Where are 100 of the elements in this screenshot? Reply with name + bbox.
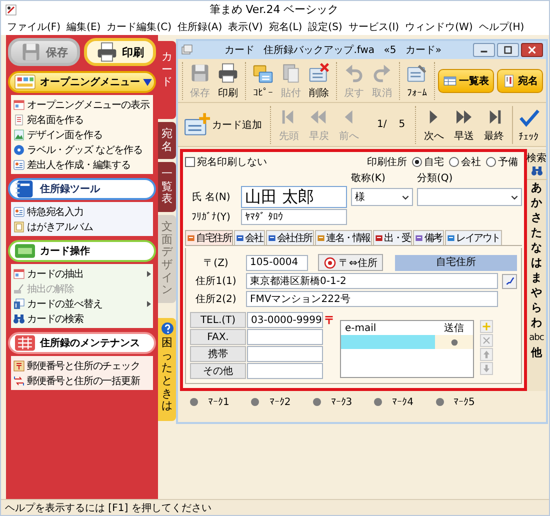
tab-icon [236,234,244,242]
menu-item[interactable]: 宛名(L) [268,20,302,34]
phone-field[interactable]: 03-0000-9999 [247,312,323,328]
mark-toggle[interactable]: ﾏｰｸ5 [436,396,475,408]
table-icon [443,74,457,88]
index-letter[interactable]: ま [531,271,542,285]
side-tab[interactable]: 一覧表 [158,162,176,212]
menu-item[interactable]: はがきアルバム [13,219,151,234]
index-letter[interactable]: か [531,196,542,210]
toolbar-button[interactable]: 削除 [305,62,333,100]
phone-field[interactable] [247,346,323,362]
index-letter[interactable]: あ [531,181,542,195]
navigation-button[interactable]: 最終 [479,106,510,144]
phone-type-button[interactable]: その他 [190,363,246,379]
field-label: 敬称(K) [351,172,386,185]
navigation-button[interactable]: 早送 [449,106,480,144]
dropdown[interactable] [417,188,522,206]
radio-button[interactable]: 会社 [449,155,481,169]
tab[interactable]: 自宅住所 [185,230,234,245]
tab[interactable]: 会社 [234,230,265,245]
mark-toggle[interactable]: ﾏｰｸ2 [251,396,291,408]
menu-item[interactable]: 宛名面を作る [13,112,151,127]
help-tab[interactable]: 困ったときは [158,318,176,421]
toolbar-button[interactable]: ｺﾋﾟｰ [249,62,277,100]
convert-button[interactable]: 〒⇔住所 [318,254,384,271]
view-button[interactable]: 一覧表 [438,68,494,92]
mark-toggle[interactable]: ﾏｰｸ4 [374,396,414,408]
menu-item[interactable]: ウィンドウ(W) [405,20,473,34]
print-button[interactable]: 印刷 [84,38,156,66]
phone-field[interactable] [247,329,323,345]
navigation-button[interactable]: 次へ [419,106,450,144]
menu-item[interactable]: 編集(E) [66,20,101,34]
map-button[interactable] [502,274,517,288]
tab[interactable]: 備考 [413,230,444,245]
furigana-field[interactable]: ﾔﾏﾀﾞ ﾀﾛｳ [241,209,347,225]
toolbar-button[interactable]: ﾌｫｰﾑ [403,62,431,100]
phone-type-button[interactable]: TEL.(T) [190,312,246,328]
tab[interactable]: 出・受 [373,230,412,245]
document-icon [13,114,25,126]
index-letter[interactable]: わ [531,316,542,330]
phone-type-button[interactable]: 携帯 [190,346,246,362]
tab[interactable]: 連名・情報 [315,230,372,245]
menu-item[interactable]: オープニングメニューの表示 [13,97,151,112]
menu-item[interactable]: 設定(S) [308,20,342,34]
view-button[interactable]: 宛名 [497,68,543,92]
phone-field[interactable] [247,363,323,379]
email-action-button[interactable] [480,320,493,333]
close-button[interactable] [521,43,543,57]
menu-item[interactable]: ファイル(F) [7,20,61,34]
radio-button[interactable]: 自宅 [412,155,444,169]
mark-toggle[interactable]: ﾏｰｸ1 [190,396,230,408]
menu-item[interactable]: カード編集(C) [106,20,172,34]
address-field[interactable]: 東京都港区新橋0-1-2 [246,273,498,289]
index-letter[interactable]: や [531,286,542,300]
menu-item[interactable]: 郵便番号と住所のチェック [13,358,151,373]
index-letter[interactable]: abc [529,331,544,345]
index-letter[interactable]: ら [531,301,542,315]
checkbox[interactable]: 宛名印刷しない [185,155,267,169]
add-card-button[interactable]: カード追加 [182,112,266,138]
section-header[interactable]: 住所録ツール [8,178,156,200]
address-field[interactable]: FMVマンション222号 [246,291,498,307]
section-header[interactable]: オープニングメニュー [8,71,156,93]
tab[interactable]: 会社住所 [266,230,314,245]
tab-icon [447,234,456,242]
radio-button[interactable]: 予備 [486,155,518,169]
index-letter[interactable]: な [531,241,542,255]
side-tab[interactable]: カード [158,41,176,119]
postal-code-field[interactable]: 105-0004 [246,254,308,270]
menu-item[interactable]: デザイン面を作る [13,127,151,142]
menu-item[interactable]: 郵便番号と住所の一括更新 [13,373,151,388]
menu-item[interactable]: カードの並べ替え [13,296,151,311]
side-tab[interactable]: 宛名 [158,122,176,160]
tab[interactable]: レイアウト [445,230,502,245]
menu-item[interactable]: 特急宛名入力 [13,204,151,219]
dropdown[interactable]: 様 [351,188,413,206]
postal-mark-icon [13,360,25,372]
menu-item[interactable]: カードの検索 [13,311,151,326]
field-label: 住所2(2) [194,292,238,306]
section-header[interactable]: 住所録のメンテナンス [8,332,156,354]
menu-item[interactable]: 住所録(A) [177,20,222,34]
menu-item[interactable]: 表示(V) [228,20,263,34]
close-icon [528,46,536,54]
toolbar-button[interactable]: 印刷 [214,62,242,100]
phone-type-button[interactable]: FAX. [190,329,246,345]
check-button[interactable]: ﾁｪｯｸ [512,106,542,144]
menu-item[interactable]: ラベル・グッズ などを作る [13,142,151,157]
index-letter[interactable]: た [531,226,542,240]
window-icon [13,98,25,110]
menu-item[interactable]: 差出人を作成・編集する [13,157,151,172]
menu-item[interactable]: カードの抽出 [13,266,151,281]
menu-item[interactable]: サービス(I) [348,20,400,34]
menu-item[interactable]: ヘルプ(H) [478,20,524,34]
minimize-button[interactable] [473,43,495,57]
index-letter[interactable]: 他 [531,346,542,360]
maximize-button[interactable] [497,43,519,57]
index-letter[interactable]: さ [531,211,542,225]
section-header[interactable]: カード操作 [8,240,156,262]
mark-toggle[interactable]: ﾏｰｸ3 [312,396,352,408]
index-letter[interactable]: は [531,256,542,270]
name-field[interactable]: 山田 太郎 [241,186,347,208]
